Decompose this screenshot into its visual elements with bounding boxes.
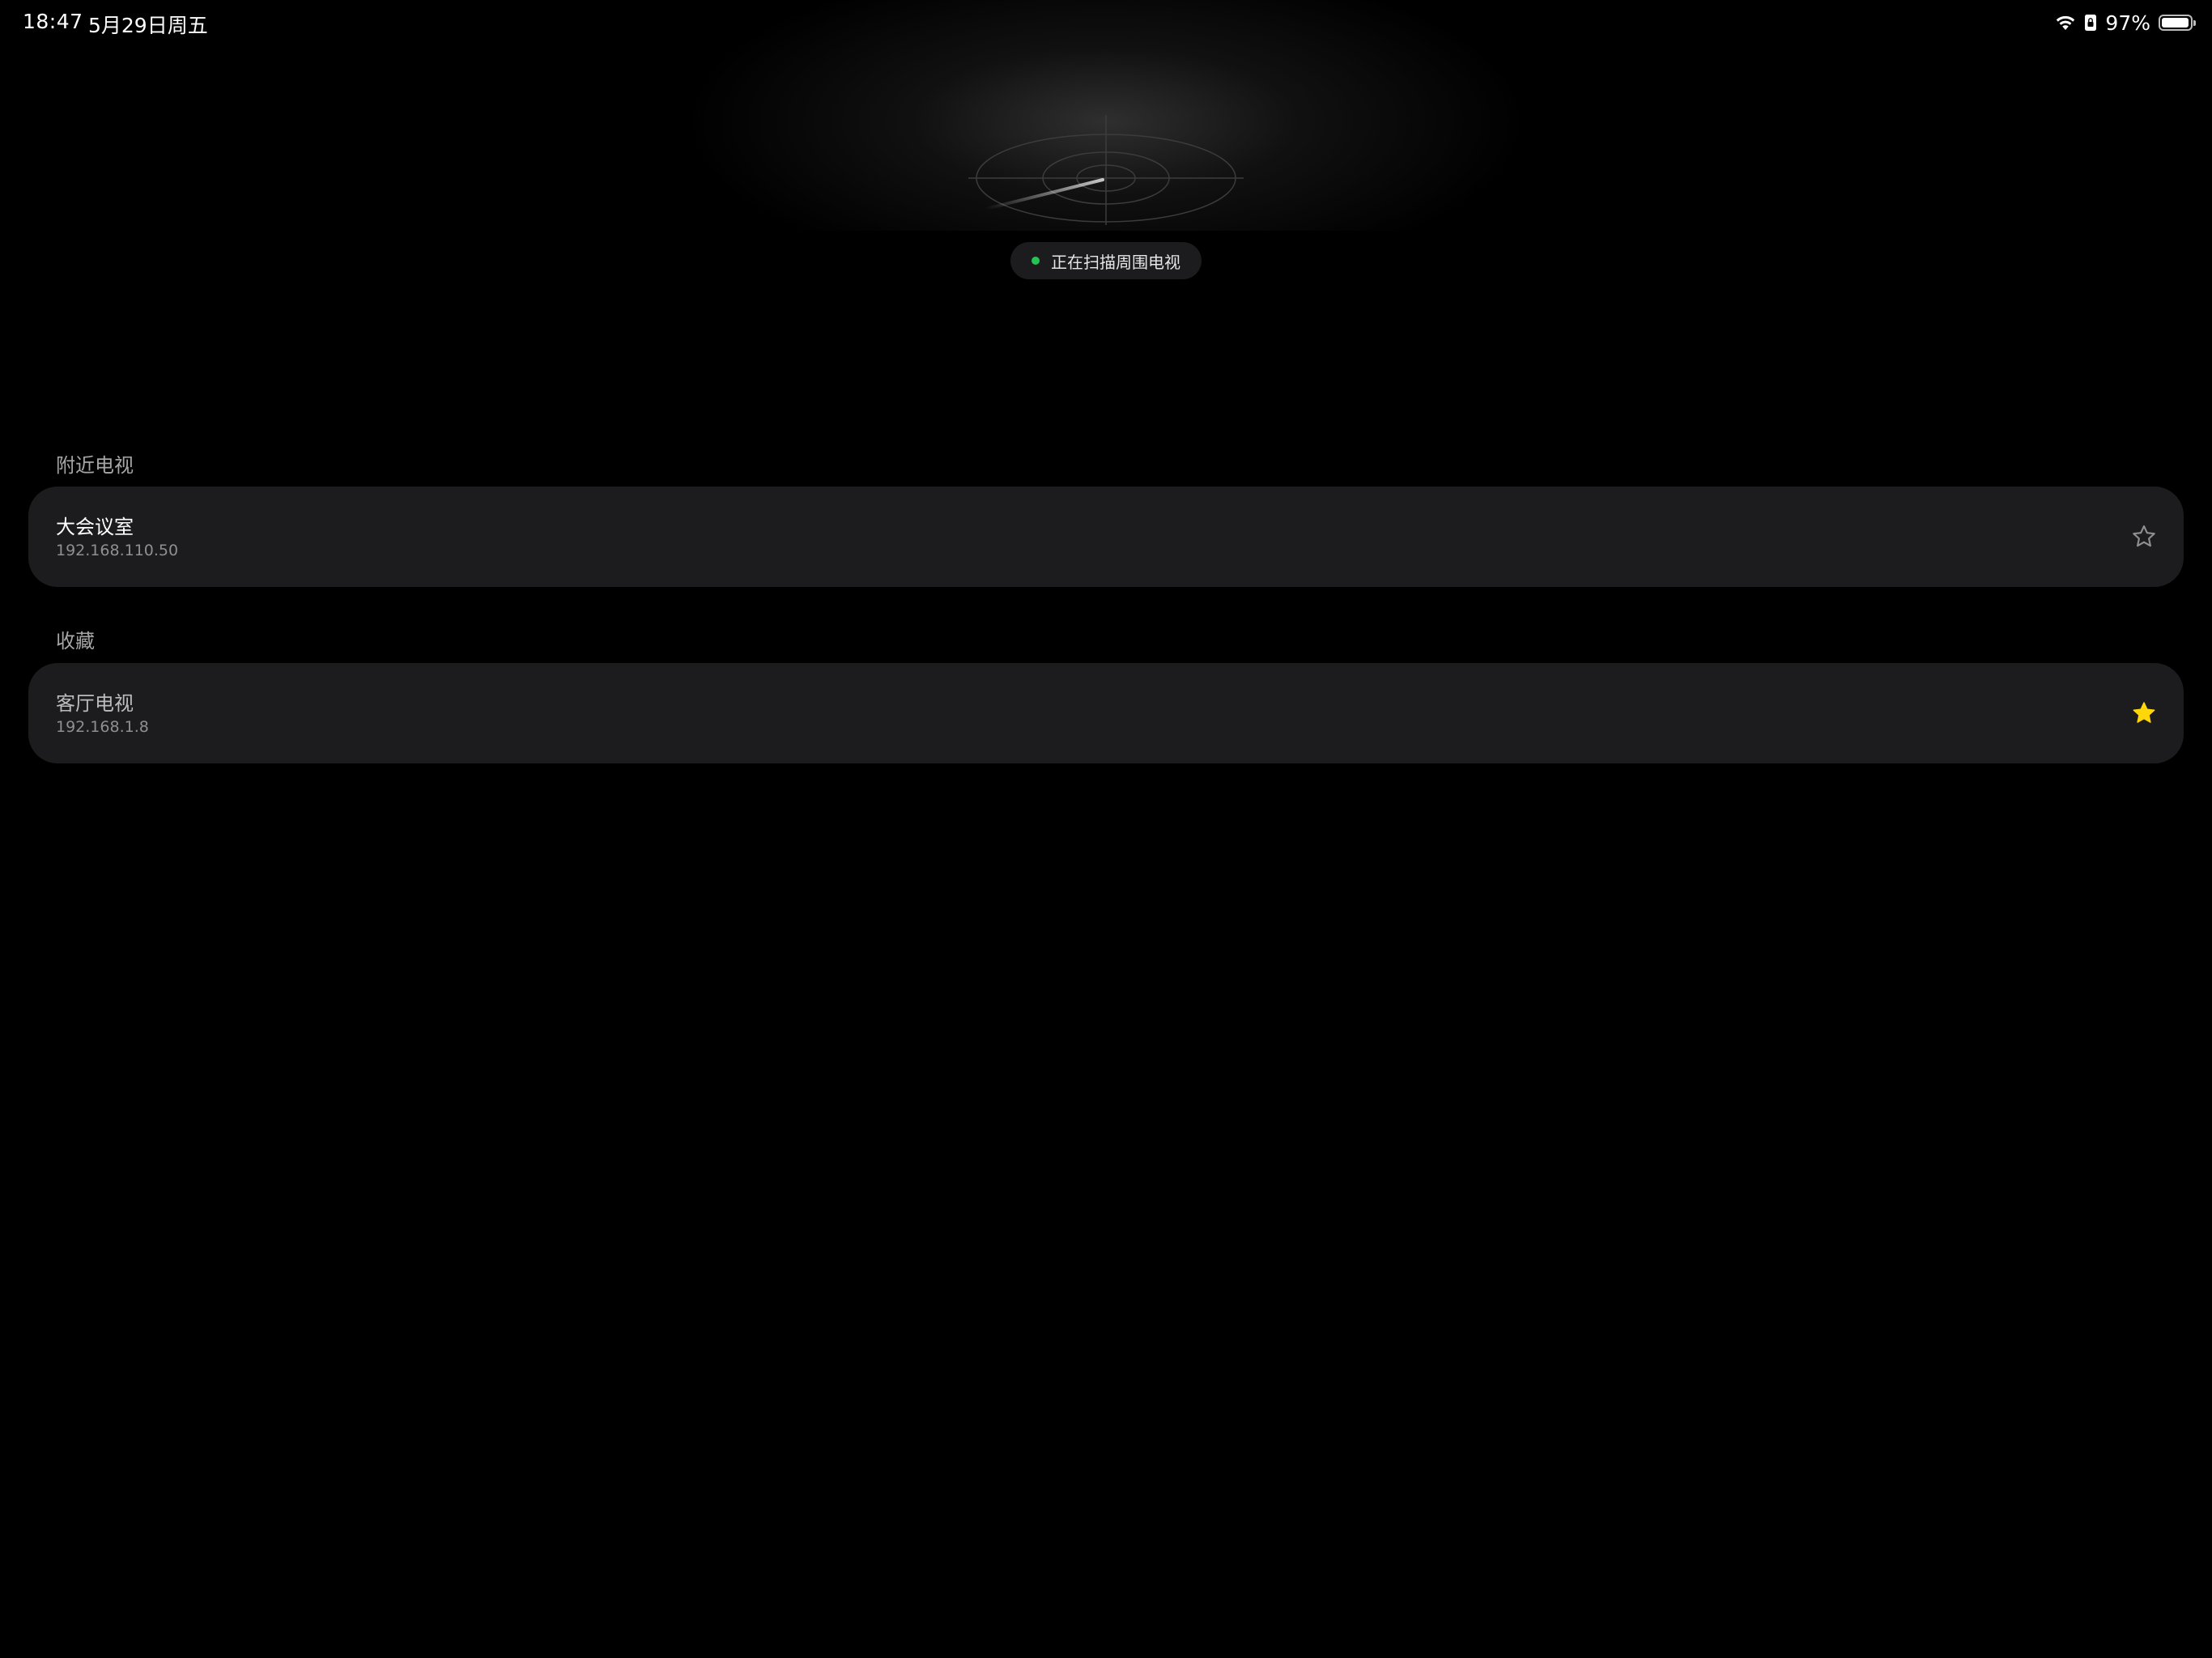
radar-icon xyxy=(968,115,1244,225)
device-ip: 192.168.110.50 xyxy=(56,542,179,559)
status-date: 5月29日周五 xyxy=(88,14,208,37)
device-name: 大会议室 xyxy=(56,516,134,538)
status-time: 18:47 xyxy=(23,10,83,33)
battery-icon xyxy=(2159,15,2196,31)
star-filled-icon[interactable] xyxy=(2130,699,2158,727)
device-card-nearby[interactable]: 大会议室 192.168.110.50 xyxy=(28,487,2184,587)
portrait-lock-icon xyxy=(2085,15,2097,31)
device-name: 客厅电视 xyxy=(56,692,134,715)
section-title-nearby: 附近电视 xyxy=(56,454,134,477)
section-title-favorites: 收藏 xyxy=(56,630,95,653)
device-card-favorite[interactable]: 客厅电视 192.168.1.8 xyxy=(28,663,2184,763)
battery-percent: 97% xyxy=(2105,11,2150,35)
battery-level xyxy=(2162,18,2189,28)
scanning-status-pill: 正在扫描周围电视 xyxy=(1010,242,1202,279)
device-ip: 192.168.1.8 xyxy=(56,718,149,736)
scanning-status-text: 正在扫描周围电视 xyxy=(1051,252,1180,272)
wifi-icon xyxy=(2057,15,2075,30)
scanning-indicator-dot xyxy=(1032,257,1040,265)
star-outline-icon[interactable] xyxy=(2130,523,2158,551)
status-right-group: 97% xyxy=(2055,10,2196,36)
